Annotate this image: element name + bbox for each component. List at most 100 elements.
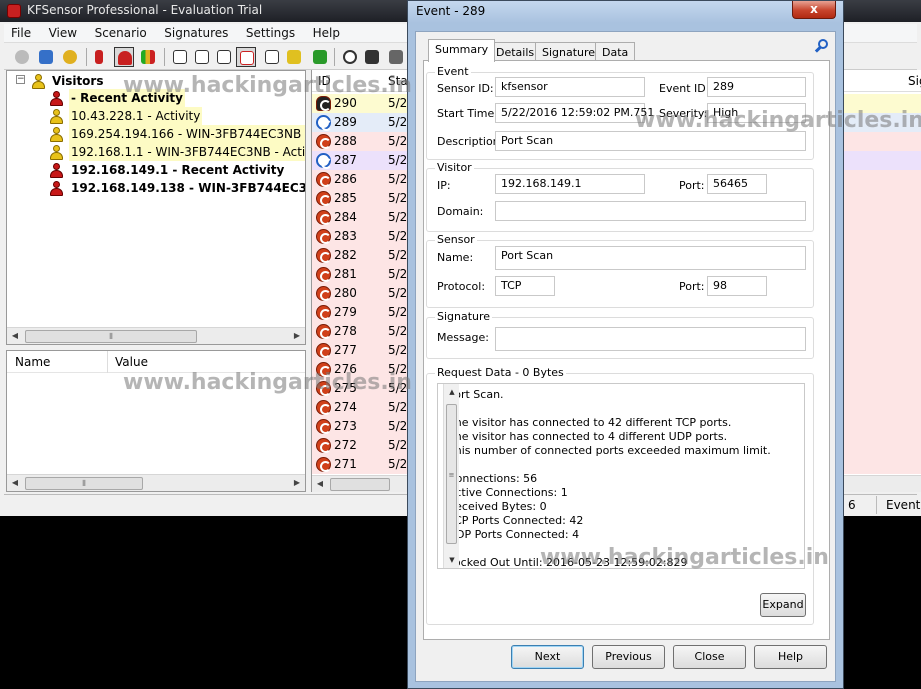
sort-icon[interactable] — [170, 47, 190, 67]
print-icon[interactable] — [386, 47, 406, 67]
properties-hscrollbar[interactable]: ◀ ⦀ ▶ — [7, 474, 305, 491]
port-icon — [316, 381, 331, 396]
tree-item-label: - Recent Activity — [69, 89, 185, 107]
scroll-right-icon[interactable]: ▶ — [289, 328, 305, 344]
list2-icon[interactable] — [262, 47, 282, 67]
help-button[interactable]: Help — [754, 645, 827, 669]
event-id: 274 — [334, 400, 357, 414]
col-signature[interactable]: Sig — [908, 74, 921, 88]
port-icon — [316, 172, 331, 187]
sort2-icon[interactable] — [192, 47, 212, 67]
sensor-id-field[interactable]: kfsensor — [495, 77, 645, 97]
tab-signature[interactable]: Signature — [535, 42, 603, 61]
menu-file[interactable]: File — [4, 24, 38, 42]
port-icon — [316, 267, 331, 282]
start-time-field[interactable]: 5/22/2016 12:59:02 PM.751 — [495, 103, 654, 123]
event-start: 5/2 — [388, 96, 408, 110]
add-icon[interactable] — [284, 47, 304, 67]
domain-field[interactable] — [495, 201, 806, 221]
visitor-yellow-icon — [49, 145, 63, 160]
network-icon[interactable] — [36, 47, 56, 67]
tab-details[interactable]: Details — [489, 42, 542, 61]
description-field[interactable]: Port Scan — [495, 131, 806, 151]
tree-hscrollbar[interactable]: ◀ ⦀ ▶ — [7, 327, 305, 344]
tree-item-label: 169.254.194.166 - WIN-3FB744EC3NB - Act.… — [69, 125, 305, 143]
visitors-tree: − Visitors - Recent Activity 10.43.228.1… — [6, 70, 306, 345]
chart-icon[interactable] — [138, 47, 158, 67]
protocol-field[interactable]: TCP — [495, 276, 555, 296]
scroll-left-icon[interactable]: ◀ — [7, 328, 23, 344]
event-start: 5/2 — [388, 400, 408, 414]
severity-field[interactable]: High — [707, 103, 806, 123]
properties-header: Name Value — [7, 351, 305, 373]
visitor-icon[interactable] — [114, 47, 134, 67]
event-id: 278 — [334, 324, 357, 338]
refresh-icon[interactable] — [310, 47, 330, 67]
tree-icon[interactable] — [214, 47, 234, 67]
magnifier-icon[interactable] — [814, 39, 830, 55]
scroll-thumb[interactable]: ≡ — [446, 404, 457, 544]
request-line: The visitor has connected to 4 different… — [448, 430, 728, 443]
tree-collapse-toggle[interactable]: − — [16, 75, 25, 84]
request-vscrollbar[interactable]: ▲ ≡ ▼ — [443, 384, 459, 568]
tab-data[interactable]: Data — [595, 42, 636, 61]
visitor-red-icon — [49, 91, 63, 106]
visitor-port-field[interactable]: 56465 — [707, 174, 767, 194]
event-id: 273 — [334, 419, 357, 433]
request-line: Locked Out Until: 2016-05-23 12:59:02:82… — [448, 556, 688, 569]
menu-settings[interactable]: Settings — [239, 24, 302, 42]
dialog-title: Event - 289 — [416, 4, 486, 18]
visitor-red-icon — [49, 181, 63, 196]
tree-root-label: Visitors — [52, 74, 104, 88]
scroll-thumb[interactable]: ⦀ — [25, 330, 197, 343]
visitor-yellow-icon — [49, 127, 63, 142]
event-id: 275 — [334, 381, 357, 395]
sensor-name-field[interactable]: Port Scan — [495, 246, 806, 270]
sensor-name-label: Name: — [437, 251, 474, 264]
col-id[interactable]: ID — [318, 74, 331, 88]
event-start: 5/2 — [388, 115, 408, 129]
request-data-textarea[interactable]: Port Scan. The visitor has connected to 4… — [437, 383, 805, 569]
magnifier-icon — [316, 115, 332, 131]
menu-view[interactable]: View — [42, 24, 84, 42]
sensor-port-field[interactable]: 98 — [707, 276, 767, 296]
event-start: 5/2 — [388, 134, 408, 148]
close-icon[interactable]: x — [792, 1, 836, 19]
menu-signatures[interactable]: Signatures — [157, 24, 235, 42]
save-icon[interactable] — [362, 47, 382, 67]
event-id: 288 — [334, 134, 357, 148]
scroll-right-icon[interactable]: ▶ — [289, 475, 305, 491]
previous-button[interactable]: Previous — [592, 645, 665, 669]
dp-icon[interactable] — [12, 47, 32, 67]
status-count: 6 — [848, 498, 856, 512]
event-id-field[interactable]: 289 — [707, 77, 806, 97]
dialog-title-bar[interactable]: Event - 289 x — [408, 1, 843, 23]
event-start: 5/2 — [388, 229, 408, 243]
event-start: 5/2 — [388, 381, 408, 395]
scroll-left-icon[interactable]: ◀ — [7, 475, 23, 491]
close-button[interactable]: Close — [673, 645, 746, 669]
menu-scenario[interactable]: Scenario — [88, 24, 154, 42]
message-label: Message: — [437, 331, 489, 344]
scroll-down-icon[interactable]: ▼ — [444, 552, 460, 568]
col-name[interactable]: Name — [15, 355, 50, 369]
ip-field[interactable]: 192.168.149.1 — [495, 174, 645, 194]
scroll-thumb[interactable] — [330, 478, 390, 491]
db-icon[interactable] — [60, 47, 80, 67]
menu-help[interactable]: Help — [306, 24, 347, 42]
request-line: TCP Ports Connected: 42 — [448, 514, 584, 527]
tab-summary[interactable]: Summary — [428, 39, 496, 62]
next-button[interactable]: Next — [511, 645, 584, 669]
event-start: 5/2 — [388, 324, 408, 338]
search-icon[interactable] — [340, 47, 360, 67]
speaker-icon[interactable] — [92, 47, 112, 67]
scroll-left-icon[interactable]: ◀ — [312, 476, 328, 492]
scroll-up-icon[interactable]: ▲ — [444, 384, 460, 400]
expand-button[interactable]: Expand — [760, 593, 806, 617]
message-field[interactable] — [495, 327, 806, 351]
scroll-thumb[interactable]: ⦀ — [25, 477, 143, 490]
event-start: 5/2 — [388, 457, 408, 471]
list-icon[interactable] — [236, 47, 256, 67]
port-icon — [316, 362, 331, 377]
col-value[interactable]: Value — [115, 355, 148, 369]
